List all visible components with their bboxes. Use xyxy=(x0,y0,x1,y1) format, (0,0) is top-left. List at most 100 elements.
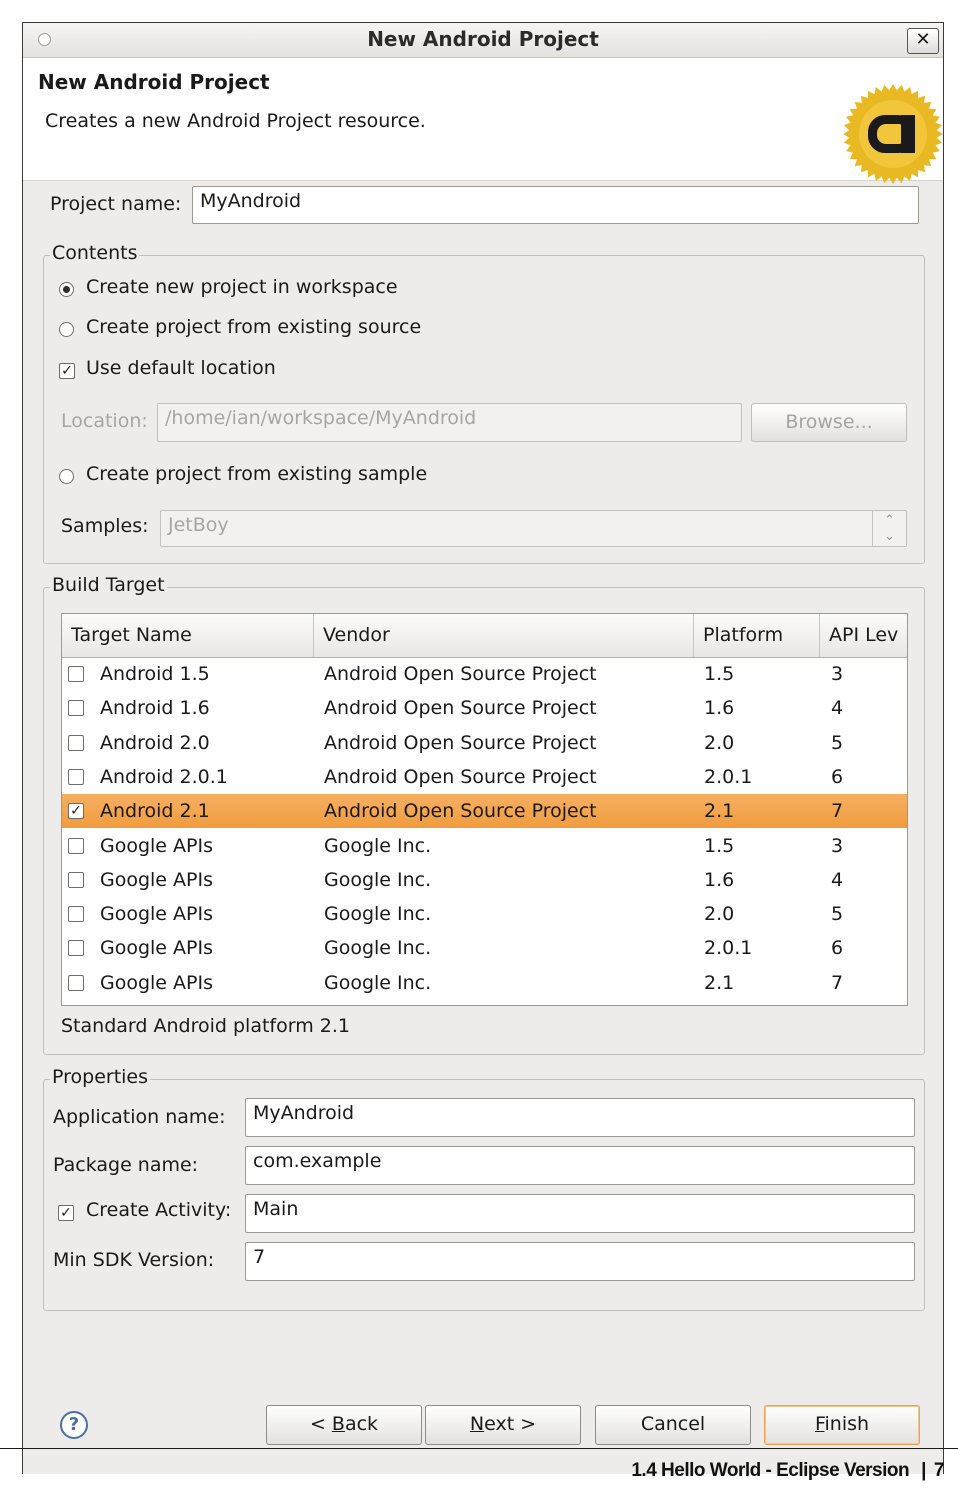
caption-page-number: 7 xyxy=(933,1460,945,1481)
cell-platform: 2.0.1 xyxy=(704,765,753,788)
create-new-project-label[interactable]: Create new project in workspace xyxy=(86,276,398,298)
cancel-button[interactable]: Cancel xyxy=(595,1405,751,1445)
wizard-header: New Android Project Creates a new Androi… xyxy=(23,58,943,184)
target-checkbox[interactable] xyxy=(68,837,84,854)
target-checkbox[interactable] xyxy=(68,871,84,888)
application-name-label: Application name: xyxy=(53,1106,226,1128)
samples-select[interactable]: JetBoy ⌃ ⌄ xyxy=(160,510,907,547)
cell-api: 3 xyxy=(831,663,844,685)
cell-platform: 2.0 xyxy=(704,903,735,926)
samples-label: Samples: xyxy=(61,515,149,537)
target-checkbox[interactable] xyxy=(68,768,84,785)
column-header-platform[interactable]: Platform xyxy=(694,614,820,657)
cell-vendor: Google Inc. xyxy=(324,903,432,926)
cell-platform: 2.1 xyxy=(704,971,735,994)
window-title: New Android Project xyxy=(367,27,599,51)
contents-group-title: Contents xyxy=(50,242,140,264)
back-button[interactable]: < Back xyxy=(266,1405,422,1445)
caption-section: 1.4 Hello World - Eclipse Version xyxy=(631,1460,910,1481)
page-rule xyxy=(0,1448,958,1449)
next-mnemonic: N xyxy=(469,1413,485,1435)
target-checkbox[interactable] xyxy=(68,974,84,991)
cell-name: Android 1.6 xyxy=(100,697,210,720)
build-target-table[interactable]: Target Name Vendor Platform API Lev Andr… xyxy=(61,613,908,1006)
table-row[interactable]: Android 1.5 Android Open Source Project 1.… xyxy=(62,657,907,691)
table-row[interactable]: Google APIs Google Inc. 2.0.1 6 xyxy=(62,931,907,965)
target-description: Standard Android platform 2.1 xyxy=(61,1015,350,1037)
help-icon[interactable]: ? xyxy=(60,1411,88,1439)
from-existing-source-radio[interactable] xyxy=(59,322,74,337)
wizard-page-title: New Android Project xyxy=(38,70,270,94)
properties-group-title: Properties xyxy=(50,1066,151,1088)
page-caption: 1.4 Hello World - Eclipse Version | 7 xyxy=(631,1460,944,1482)
cell-platform: 2.0.1 xyxy=(704,937,753,960)
create-new-project-radio[interactable] xyxy=(59,282,74,297)
create-activity-label[interactable]: Create Activity: xyxy=(86,1199,231,1221)
from-existing-source-label[interactable]: Create project from existing source xyxy=(86,316,421,338)
cell-name: Google APIs xyxy=(100,903,213,926)
table-header: Target Name Vendor Platform API Lev xyxy=(62,614,907,658)
finish-button[interactable]: Finish xyxy=(764,1405,920,1445)
android-adt-badge-icon xyxy=(841,82,945,186)
cell-api: 3 xyxy=(831,834,844,857)
table-row[interactable]: Google APIs Google Inc. 2.1 7 xyxy=(62,966,907,1000)
cell-vendor: Android Open Source Project xyxy=(324,765,597,788)
next-button[interactable]: Next > xyxy=(425,1405,581,1445)
browse-button[interactable]: Browse... xyxy=(751,403,907,442)
back-prefix: < xyxy=(309,1413,332,1435)
activity-name-input[interactable]: Main xyxy=(245,1194,915,1233)
cell-name: Google APIs xyxy=(100,834,213,857)
close-button[interactable]: ✕ xyxy=(907,28,939,54)
new-android-project-dialog: New Android Project ✕ New Android Projec… xyxy=(22,22,944,1474)
create-activity-checkbox[interactable]: ✓ xyxy=(58,1205,74,1221)
build-target-group-title: Build Target xyxy=(50,574,167,596)
cell-vendor: Google Inc. xyxy=(324,834,432,857)
application-name-input[interactable]: MyAndroid xyxy=(245,1098,915,1137)
back-rest: ack xyxy=(344,1413,379,1435)
from-existing-sample-radio[interactable] xyxy=(59,469,74,484)
cell-platform: 2.0 xyxy=(704,731,735,754)
package-name-input[interactable]: com.example xyxy=(245,1146,915,1185)
target-checkbox[interactable]: ✓ xyxy=(68,803,84,820)
table-row[interactable]: Google APIs Google Inc. 1.6 4 xyxy=(62,863,907,897)
cell-name: Google APIs xyxy=(100,868,213,891)
use-default-location-checkbox[interactable]: ✓ xyxy=(59,363,75,379)
table-row[interactable]: Android 2.0.1 Android Open Source Project… xyxy=(62,760,907,794)
column-header-target-name[interactable]: Target Name xyxy=(62,614,314,657)
cell-vendor: Android Open Source Project xyxy=(324,731,597,754)
cell-api: 4 xyxy=(831,868,844,891)
title-bar: New Android Project ✕ xyxy=(23,23,943,58)
up-down-chevron-icon: ⌃ ⌄ xyxy=(872,511,906,546)
cell-name: Android 2.0.1 xyxy=(100,765,228,788)
min-sdk-version-label: Min SDK Version: xyxy=(53,1249,215,1271)
cell-platform: 1.5 xyxy=(704,834,735,857)
cell-name: Google APIs xyxy=(100,971,213,994)
target-checkbox[interactable] xyxy=(68,666,84,682)
cell-name: Google APIs xyxy=(100,937,213,960)
cell-vendor: Google Inc. xyxy=(324,937,432,960)
column-header-vendor[interactable]: Vendor xyxy=(314,614,694,657)
table-row[interactable]: ✓ Android 2.1 Android Open Source Project 2… xyxy=(62,794,907,829)
target-checkbox[interactable] xyxy=(68,734,84,751)
project-name-input[interactable]: MyAndroid xyxy=(192,186,919,224)
package-name-label: Package name: xyxy=(53,1154,199,1176)
target-checkbox[interactable] xyxy=(68,906,84,923)
min-sdk-version-input[interactable]: 7 xyxy=(245,1242,915,1281)
target-checkbox[interactable] xyxy=(68,940,84,957)
wizard-page-description: Creates a new Android Project resource. xyxy=(45,110,426,132)
table-row[interactable]: Google APIs Google Inc. 1.5 3 xyxy=(62,829,907,863)
cell-vendor: Android Open Source Project xyxy=(324,663,597,685)
table-row[interactable]: Google APIs Google Inc. 2.0 5 xyxy=(62,897,907,931)
project-name-label: Project name: xyxy=(50,193,182,215)
location-label: Location: xyxy=(61,410,148,432)
use-default-location-label[interactable]: Use default location xyxy=(86,357,276,379)
target-checkbox[interactable] xyxy=(68,700,84,717)
location-input[interactable]: /home/ian/workspace/MyAndroid xyxy=(157,403,742,442)
table-row[interactable]: Android 1.6 Android Open Source Project 1.… xyxy=(62,691,907,725)
column-header-api-level[interactable]: API Lev xyxy=(820,614,907,657)
from-existing-sample-label[interactable]: Create project from existing sample xyxy=(86,463,427,485)
cell-platform: 1.6 xyxy=(704,868,735,891)
table-row[interactable]: Android 2.0 Android Open Source Project 2.… xyxy=(62,726,907,760)
cell-vendor: Google Inc. xyxy=(324,868,432,891)
cell-api: 4 xyxy=(831,697,844,720)
